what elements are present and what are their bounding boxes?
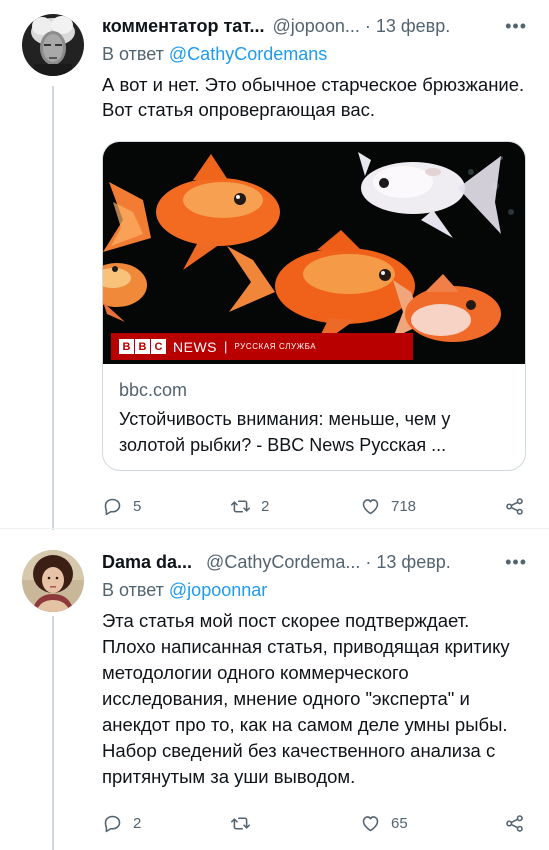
tweet-divider bbox=[0, 528, 549, 529]
tweet-date[interactable]: 13 февр. bbox=[376, 552, 450, 573]
reply-button[interactable]: 5 bbox=[102, 496, 141, 517]
share-button[interactable] bbox=[504, 496, 525, 517]
reply-context: В ответ @CathyCordemans bbox=[102, 42, 527, 66]
author-handle[interactable]: @CathyCordema... bbox=[206, 552, 360, 573]
like-icon bbox=[362, 499, 379, 515]
retweet-button[interactable] bbox=[230, 813, 261, 834]
reply-count: 5 bbox=[133, 498, 142, 515]
reply-context: В ответ @jopoonnar bbox=[102, 578, 527, 602]
more-icon[interactable]: ••• bbox=[505, 552, 527, 573]
reply-prefix: В ответ bbox=[102, 44, 164, 64]
retweet-icon bbox=[230, 500, 251, 513]
tweet-text: А вот и нет. Это обычное старческое брюз… bbox=[102, 74, 525, 120]
retweet-count: 2 bbox=[261, 498, 270, 515]
card-domain: bbc.com bbox=[119, 380, 188, 400]
avatar[interactable] bbox=[22, 14, 84, 76]
tweet-2[interactable]: Dama da... @CathyCordema... · 13 февр. •… bbox=[0, 530, 549, 850]
reply-prefix: В ответ bbox=[102, 580, 164, 600]
share-button[interactable] bbox=[504, 813, 525, 834]
bbc-logo-letter: B bbox=[135, 339, 150, 354]
share-icon bbox=[506, 815, 523, 832]
card-title: Устойчивость внимания: меньше, чем у зол… bbox=[119, 409, 451, 455]
more-icon[interactable]: ••• bbox=[505, 16, 527, 37]
like-button[interactable]: 718 bbox=[360, 496, 416, 517]
reply-icon bbox=[104, 498, 121, 516]
like-button[interactable]: 65 bbox=[360, 813, 408, 834]
author-name[interactable]: комментатор тат... bbox=[102, 16, 265, 37]
avatar[interactable] bbox=[22, 550, 84, 612]
retweet-icon bbox=[230, 817, 251, 830]
bbc-news-label: NEWS bbox=[173, 338, 217, 355]
bbc-service-label: РУССКАЯ СЛУЖБА bbox=[234, 342, 317, 351]
like-icon bbox=[362, 816, 379, 832]
tweet-date[interactable]: 13 февр. bbox=[376, 16, 450, 37]
like-count: 718 bbox=[391, 498, 417, 515]
bbc-logo-letter: B bbox=[119, 339, 134, 354]
tweet-actions: 5 2 718 bbox=[102, 496, 526, 520]
reply-icon bbox=[104, 815, 121, 833]
link-card[interactable]: B B C NEWS | РУССКАЯ СЛУЖБА bbc.com Усто… bbox=[102, 141, 526, 471]
separator-dot: · bbox=[364, 15, 371, 36]
reply-button[interactable]: 2 bbox=[102, 813, 141, 834]
author-name[interactable]: Dama da... bbox=[102, 552, 192, 573]
reply-mention-link[interactable]: @jopoonnar bbox=[169, 580, 267, 600]
goldfish-image bbox=[103, 142, 525, 364]
share-icon bbox=[506, 498, 523, 515]
like-count: 65 bbox=[391, 815, 408, 832]
author-handle[interactable]: @jopoon... bbox=[273, 16, 360, 37]
tweet-text: Эта статья мой пост скорее подтверждает.… bbox=[102, 610, 510, 787]
reply-count: 2 bbox=[133, 815, 142, 832]
separator-dot: · bbox=[365, 551, 372, 572]
bbc-logo-letter: C bbox=[151, 339, 166, 354]
retweet-button[interactable]: 2 bbox=[230, 496, 269, 517]
tweet-actions: 2 65 bbox=[102, 813, 526, 837]
bbc-banner: B B C NEWS | РУССКАЯ СЛУЖБА bbox=[111, 333, 413, 360]
card-image: B B C NEWS | РУССКАЯ СЛУЖБА bbox=[103, 142, 525, 364]
reply-mention-link[interactable]: @CathyCordemans bbox=[169, 44, 327, 64]
tweet-1[interactable]: комментатор тат... @jopoon... · 13 февр.… bbox=[0, 0, 549, 528]
bbc-banner-separator: | bbox=[224, 339, 228, 354]
